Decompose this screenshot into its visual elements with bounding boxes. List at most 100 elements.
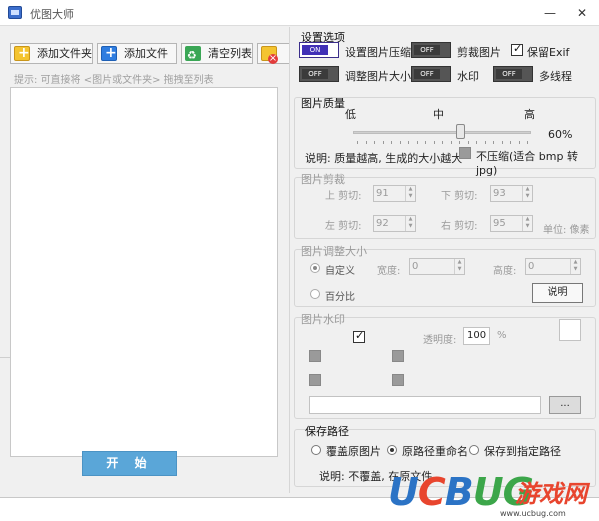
window-title: 优图大师 xyxy=(30,8,74,21)
title-bar: 优图大师 — ✕ xyxy=(0,0,599,26)
multithread-label: 多线程 xyxy=(539,70,572,83)
add-folder-button[interactable]: 添加文件夹 xyxy=(10,43,93,64)
save-to-path-radio[interactable] xyxy=(469,445,479,455)
clear-list-button[interactable]: 清空列表 xyxy=(181,43,253,65)
start-button[interactable]: 开 始 xyxy=(82,451,177,476)
height-label: 高度: xyxy=(493,266,517,277)
watermark-image-path-input[interactable] xyxy=(309,396,541,414)
watermark-option-checkbox[interactable] xyxy=(392,374,404,386)
width-input[interactable]: 0 ▲ ▼ xyxy=(409,258,465,275)
spin-arrows[interactable]: ▲ ▼ xyxy=(405,216,415,231)
slider-tick xyxy=(510,141,511,144)
spin-arrows[interactable]: ▲ ▼ xyxy=(522,186,532,201)
percent-radio[interactable] xyxy=(310,289,320,299)
crop-toggle[interactable]: OFF xyxy=(411,42,451,58)
app-icon xyxy=(8,6,22,19)
crop-left-label: 左 剪切: xyxy=(325,221,362,232)
resize-title: 图片调整大小 xyxy=(301,245,367,258)
crop-bottom-label: 下 剪切: xyxy=(441,191,478,202)
toggle-off-text: OFF xyxy=(302,69,328,79)
crop-top-input[interactable]: 91 ▲ ▼ xyxy=(373,185,416,202)
crop-right-value: 95 xyxy=(493,218,506,229)
width-label: 宽度: xyxy=(377,266,401,277)
slider-tick xyxy=(527,141,528,144)
ucbug-logo: UCBUG xyxy=(388,470,534,514)
slider-tick xyxy=(467,141,469,144)
height-input[interactable]: 0 ▲ ▼ xyxy=(525,258,581,275)
slider-tick xyxy=(382,141,384,144)
slider-tick xyxy=(501,141,503,144)
minimize-button[interactable]: — xyxy=(540,5,560,21)
watermark-toggle[interactable]: OFF xyxy=(411,66,451,82)
percent-label: 百分比 xyxy=(325,292,355,303)
overwrite-label: 覆盖原图片 xyxy=(326,445,381,458)
crop-right-input[interactable]: 95 ▲ ▼ xyxy=(490,215,533,232)
custom-size-radio[interactable] xyxy=(310,263,320,273)
slider-tick xyxy=(365,141,367,144)
file-list[interactable] xyxy=(10,87,278,457)
quality-slider-thumb[interactable] xyxy=(455,124,465,139)
site-url: www.ucbug.com xyxy=(500,509,566,518)
slider-tick xyxy=(357,141,358,144)
slider-tick xyxy=(484,141,486,144)
slider-tick xyxy=(518,141,520,144)
slider-tick xyxy=(399,141,401,144)
delete-folder-icon xyxy=(261,46,278,64)
toggle-off-text: OFF xyxy=(496,69,522,79)
slider-tick xyxy=(425,141,426,144)
spin-arrows[interactable]: ▲ ▼ xyxy=(405,186,415,201)
keep-exif-checkbox[interactable] xyxy=(511,42,523,56)
watermark-option-checkbox[interactable] xyxy=(309,374,321,386)
add-file-button[interactable]: 添加文件 xyxy=(97,43,177,64)
crop-right-label: 右 剪切: xyxy=(441,221,478,232)
add-folder-label: 添加文件夹 xyxy=(37,47,92,60)
panel-separator xyxy=(289,27,290,493)
opacity-input[interactable]: 100 xyxy=(463,327,490,345)
spin-arrows[interactable]: ▲ ▼ xyxy=(522,216,532,231)
delete-button[interactable] xyxy=(257,43,289,64)
close-button[interactable]: ✕ xyxy=(572,5,592,21)
no-compress-checkbox[interactable] xyxy=(459,147,471,159)
no-compress-label: 不压缩(适合 bmp 转 jpg) xyxy=(476,150,578,177)
add-folder-icon xyxy=(14,44,30,63)
resize-toggle[interactable]: OFF xyxy=(299,66,339,82)
quality-high-label: 高 xyxy=(524,108,535,121)
browse-button[interactable]: ... xyxy=(549,396,581,414)
crop-left-input[interactable]: 92 ▲ ▼ xyxy=(373,215,416,232)
save-to-path-label: 保存到指定路径 xyxy=(484,445,561,458)
left-panel: 添加文件夹 添加文件 清空列表 提示: 可直接将 <图片或文件夹> 拖拽至列表 … xyxy=(0,27,289,490)
clear-list-label: 清空列表 xyxy=(208,47,252,60)
slider-tick xyxy=(450,141,452,144)
watermark-color-swatch[interactable] xyxy=(559,319,581,341)
quality-value: 60% xyxy=(548,128,573,141)
quality-slider-track[interactable] xyxy=(353,131,531,134)
rename-label: 原路径重命名 xyxy=(402,445,468,458)
site-watermark: UCBUG 游戏网 www.ucbug.com xyxy=(388,462,599,521)
crop-bottom-input[interactable]: 93 ▲ ▼ xyxy=(490,185,533,202)
rename-radio[interactable] xyxy=(387,445,397,455)
crop-title: 图片剪裁 xyxy=(301,173,345,186)
text-watermark-checkbox[interactable] xyxy=(353,329,365,343)
crop-unit: 单位: 像素 xyxy=(543,225,590,236)
watermark-label: 水印 xyxy=(457,70,479,83)
spin-arrows[interactable]: ▲ ▼ xyxy=(570,259,580,274)
compress-label: 设置图片压缩 xyxy=(345,46,411,59)
opacity-unit: % xyxy=(497,330,507,341)
slider-tick xyxy=(416,141,418,144)
watermark-option-checkbox[interactable] xyxy=(392,350,404,362)
spin-arrows[interactable]: ▲ ▼ xyxy=(454,259,464,274)
watermark-option-checkbox[interactable] xyxy=(309,350,321,362)
compress-toggle[interactable]: ON xyxy=(299,42,339,58)
multithread-toggle[interactable]: OFF xyxy=(493,66,533,82)
toggle-off-text: OFF xyxy=(414,45,440,55)
crop-top-label: 上 剪切: xyxy=(325,191,362,202)
watermark-title: 图片水印 xyxy=(301,313,345,326)
overwrite-radio[interactable] xyxy=(311,445,321,455)
quality-title: 图片质量 xyxy=(301,97,345,110)
recycle-icon xyxy=(185,46,201,65)
resize-help-button[interactable]: 说明 xyxy=(532,283,583,303)
slider-tick xyxy=(476,141,477,144)
slider-tick xyxy=(391,141,392,144)
add-file-icon xyxy=(101,44,117,63)
drag-hint: 提示: 可直接将 <图片或文件夹> 拖拽至列表 xyxy=(14,75,214,86)
